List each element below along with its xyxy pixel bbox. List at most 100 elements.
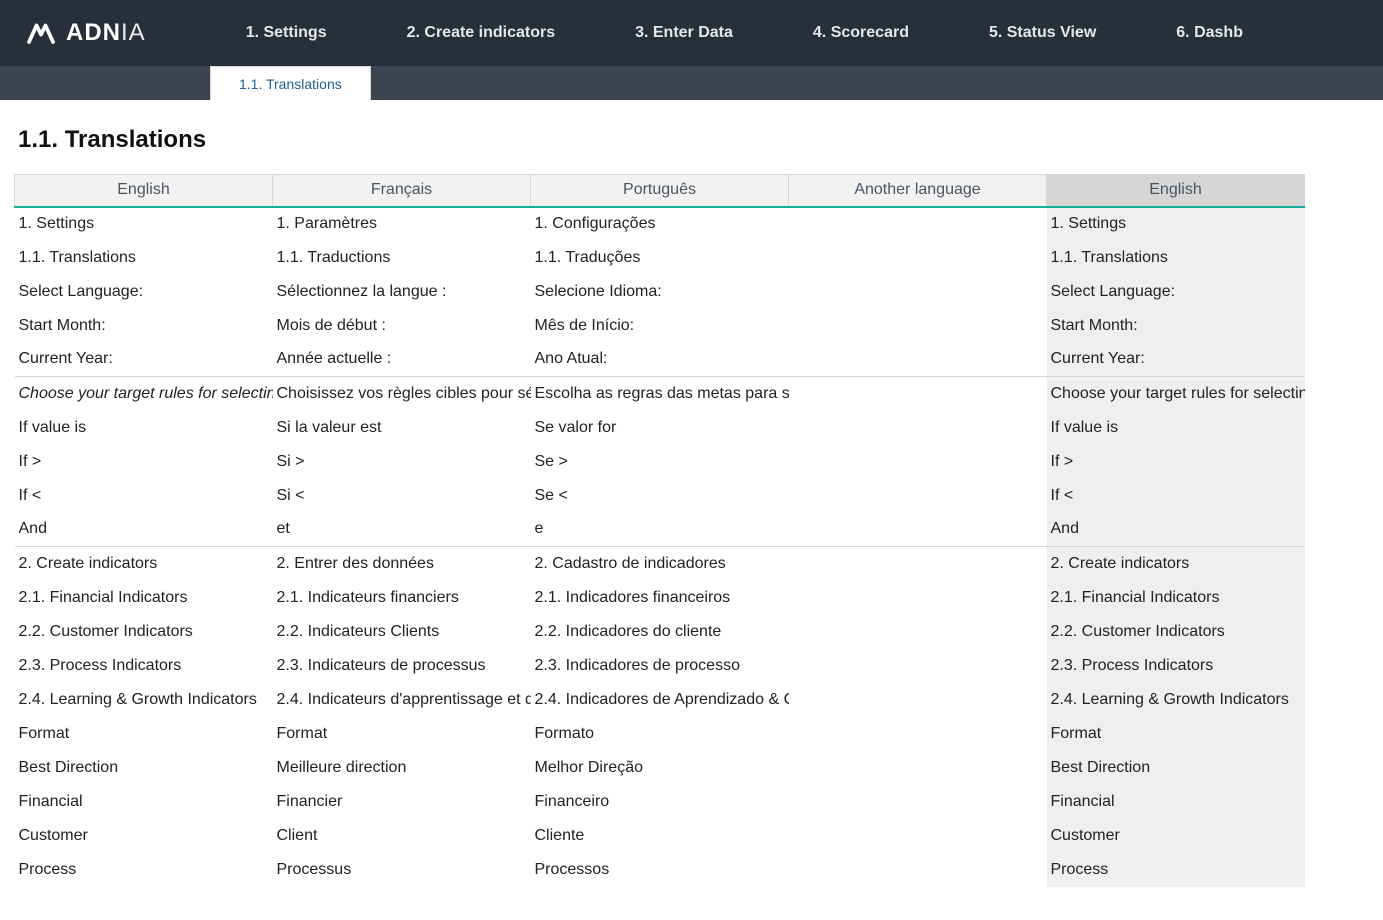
cell[interactable]: 2.3. Indicadores de processo xyxy=(531,649,789,683)
cell[interactable]: 2.2. Indicateurs Clients xyxy=(273,615,531,649)
cell[interactable]: Meilleure direction xyxy=(273,751,531,785)
cell[interactable]: Mois de début : xyxy=(273,309,531,343)
cell[interactable]: If > xyxy=(15,445,273,479)
cell[interactable]: Se > xyxy=(531,445,789,479)
cell[interactable]: Financial xyxy=(1047,785,1305,819)
cell[interactable]: Escolha as regras das metas para selecão… xyxy=(531,377,789,411)
cell[interactable] xyxy=(789,411,1047,445)
cell[interactable] xyxy=(789,445,1047,479)
cell[interactable]: Processus xyxy=(273,853,531,887)
cell[interactable]: 1.1. Translations xyxy=(1047,241,1305,275)
menu-item-3[interactable]: 4. Scorecard xyxy=(773,0,949,66)
cell[interactable]: Process xyxy=(1047,853,1305,887)
cell[interactable]: 2.2. Customer Indicators xyxy=(15,615,273,649)
menu-item-5[interactable]: 6. Dashb xyxy=(1136,0,1283,66)
cell[interactable]: Processos xyxy=(531,853,789,887)
cell[interactable]: Choisissez vos règles cibles pour séle xyxy=(273,377,531,411)
cell[interactable] xyxy=(789,581,1047,615)
cell[interactable]: Customer xyxy=(1047,819,1305,853)
cell[interactable]: Si > xyxy=(273,445,531,479)
col-header-0[interactable]: English xyxy=(15,175,273,207)
cell[interactable]: 2.1. Indicadores financeiros xyxy=(531,581,789,615)
cell[interactable]: Current Year: xyxy=(1047,343,1305,377)
cell[interactable]: 2. Cadastro de indicadores xyxy=(531,547,789,581)
cell[interactable]: 2.2. Customer Indicators xyxy=(1047,615,1305,649)
cell[interactable]: If value is xyxy=(15,411,273,445)
cell[interactable] xyxy=(789,615,1047,649)
cell[interactable]: et xyxy=(273,513,531,547)
cell[interactable]: Formato xyxy=(531,717,789,751)
cell[interactable] xyxy=(789,819,1047,853)
cell[interactable]: 2.1. Financial Indicators xyxy=(1047,581,1305,615)
cell[interactable]: Cliente xyxy=(531,819,789,853)
cell[interactable]: Best Direction xyxy=(15,751,273,785)
cell[interactable]: Se < xyxy=(531,479,789,513)
cell[interactable]: 2.3. Process Indicators xyxy=(15,649,273,683)
cell[interactable]: 1. Configurações xyxy=(531,207,789,241)
cell[interactable]: Customer xyxy=(15,819,273,853)
cell[interactable]: Si < xyxy=(273,479,531,513)
subtab-translations[interactable]: 1.1. Translations xyxy=(210,66,371,100)
cell[interactable]: 2.4. Indicadores de Aprendizado & Cresci… xyxy=(531,683,789,717)
cell[interactable]: Format xyxy=(1047,717,1305,751)
cell[interactable] xyxy=(789,717,1047,751)
cell[interactable]: Financial xyxy=(15,785,273,819)
cell[interactable]: 2.3. Indicateurs de processus xyxy=(273,649,531,683)
cell[interactable]: And xyxy=(15,513,273,547)
cell[interactable]: Choose your target rules for selecting c… xyxy=(1047,377,1305,411)
cell[interactable]: Se valor for xyxy=(531,411,789,445)
cell[interactable]: 2.4. Learning & Growth Indicators xyxy=(15,683,273,717)
cell[interactable]: Current Year: xyxy=(15,343,273,377)
cell[interactable] xyxy=(789,207,1047,241)
cell[interactable]: 1. Settings xyxy=(1047,207,1305,241)
menu-item-1[interactable]: 2. Create indicators xyxy=(367,0,596,66)
cell[interactable]: Start Month: xyxy=(1047,309,1305,343)
cell[interactable]: Format xyxy=(273,717,531,751)
cell[interactable]: Sélectionnez la langue : xyxy=(273,275,531,309)
cell[interactable] xyxy=(789,513,1047,547)
cell[interactable]: 2.4. Indicateurs d'apprentissage et d xyxy=(273,683,531,717)
col-header-1[interactable]: Français xyxy=(273,175,531,207)
cell[interactable]: Select Language: xyxy=(15,275,273,309)
cell[interactable]: If < xyxy=(1047,479,1305,513)
cell[interactable]: If value is xyxy=(1047,411,1305,445)
cell[interactable] xyxy=(789,751,1047,785)
cell[interactable]: 1.1. Traduções xyxy=(531,241,789,275)
cell[interactable]: e xyxy=(531,513,789,547)
cell[interactable]: Start Month: xyxy=(15,309,273,343)
cell[interactable]: Ano Atual: xyxy=(531,343,789,377)
cell[interactable]: Si la valeur est xyxy=(273,411,531,445)
cell[interactable]: Format xyxy=(15,717,273,751)
cell[interactable]: 1.1. Traductions xyxy=(273,241,531,275)
cell[interactable]: 2.2. Indicadores do cliente xyxy=(531,615,789,649)
cell[interactable]: Select Language: xyxy=(1047,275,1305,309)
cell[interactable]: If > xyxy=(1047,445,1305,479)
cell[interactable]: 2.1. Indicateurs financiers xyxy=(273,581,531,615)
cell[interactable]: 1. Settings xyxy=(15,207,273,241)
cell[interactable]: Best Direction xyxy=(1047,751,1305,785)
cell[interactable]: 2.1. Financial Indicators xyxy=(15,581,273,615)
cell[interactable] xyxy=(789,649,1047,683)
menu-item-2[interactable]: 3. Enter Data xyxy=(595,0,773,66)
cell[interactable]: 1.1. Translations xyxy=(15,241,273,275)
cell[interactable]: Melhor Direção xyxy=(531,751,789,785)
col-header-4[interactable]: English xyxy=(1047,175,1305,207)
cell[interactable] xyxy=(789,547,1047,581)
cell[interactable] xyxy=(789,309,1047,343)
cell[interactable]: 2.4. Learning & Growth Indicators xyxy=(1047,683,1305,717)
cell[interactable]: Client xyxy=(273,819,531,853)
col-header-3[interactable]: Another language xyxy=(789,175,1047,207)
cell[interactable] xyxy=(789,853,1047,887)
cell[interactable]: If < xyxy=(15,479,273,513)
cell[interactable] xyxy=(789,343,1047,377)
cell[interactable]: Selecione Idioma: xyxy=(531,275,789,309)
menu-item-0[interactable]: 1. Settings xyxy=(206,0,367,66)
cell[interactable]: 1. Paramètres xyxy=(273,207,531,241)
cell[interactable] xyxy=(789,683,1047,717)
cell[interactable]: Financier xyxy=(273,785,531,819)
cell[interactable] xyxy=(789,275,1047,309)
cell[interactable] xyxy=(789,785,1047,819)
cell[interactable]: 2. Entrer des données xyxy=(273,547,531,581)
menu-item-4[interactable]: 5. Status View xyxy=(949,0,1136,66)
cell[interactable]: 2. Create indicators xyxy=(15,547,273,581)
